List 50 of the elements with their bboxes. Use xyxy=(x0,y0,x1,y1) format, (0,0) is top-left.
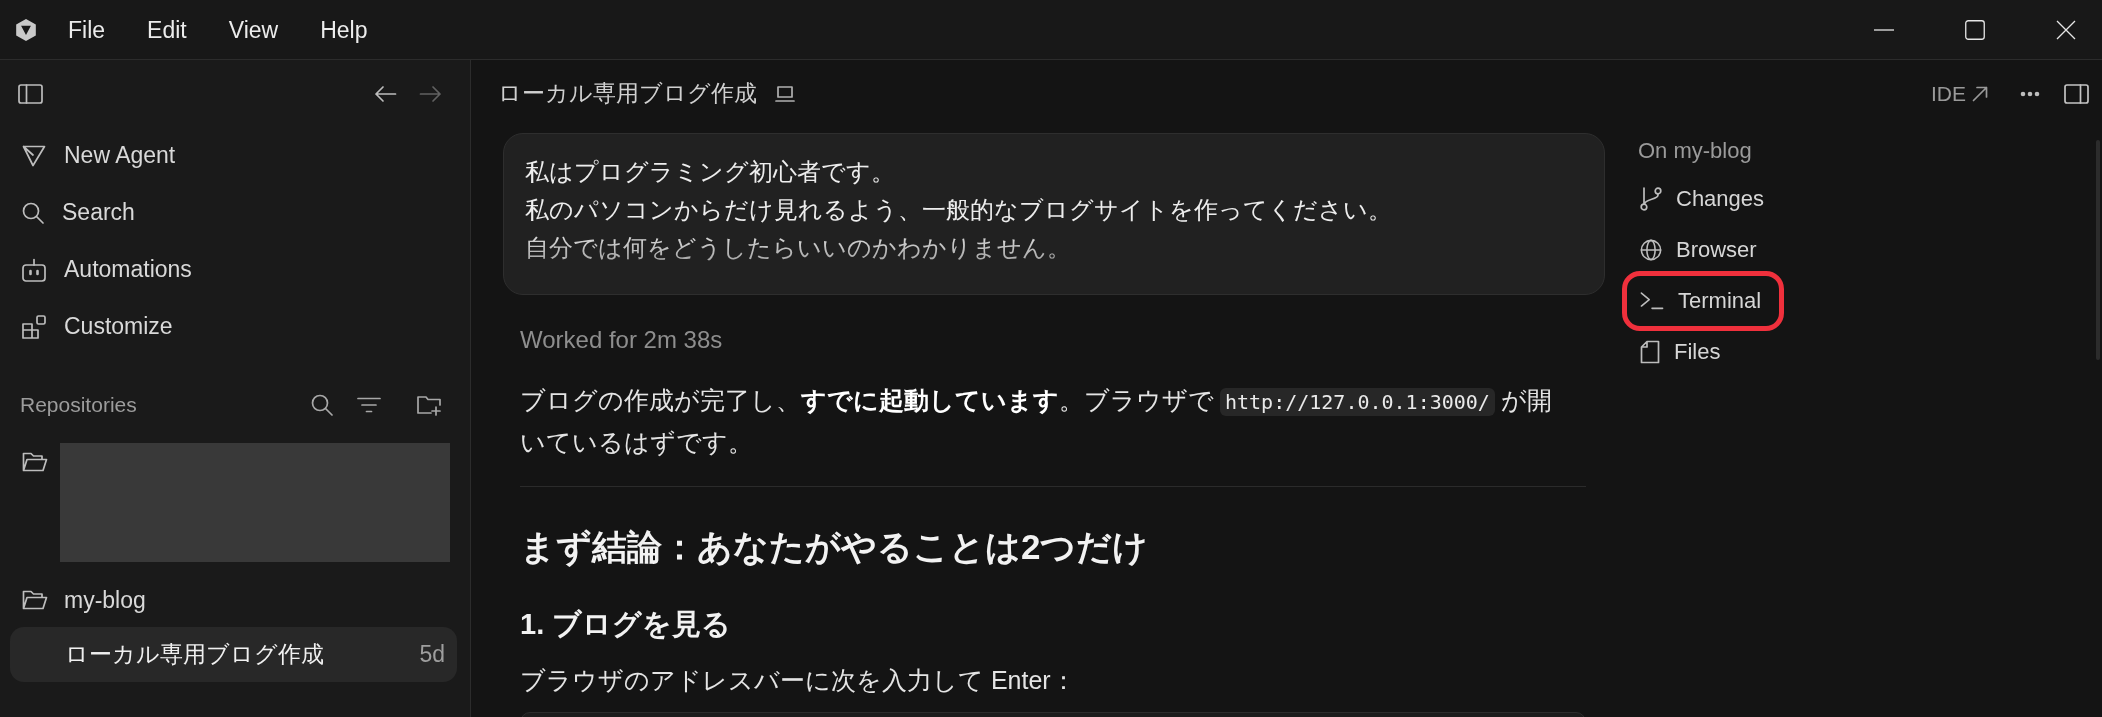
file-icon xyxy=(1640,339,1660,364)
menu-item[interactable]: View xyxy=(207,10,300,49)
thread-title: ローカル専用ブログ作成 xyxy=(65,640,324,669)
app-logo-icon xyxy=(15,17,37,42)
folder-icon[interactable] xyxy=(22,452,48,472)
menu-item[interactable]: Edit xyxy=(126,10,208,49)
sidebar-toggle-icon[interactable] xyxy=(18,83,43,104)
nav-item[interactable]: Search xyxy=(0,184,470,241)
filter-icon[interactable] xyxy=(357,397,381,413)
section-title: Repositories xyxy=(20,393,137,417)
message-line: 自分では何をどうしたらいいのかわかりません。 xyxy=(525,233,1072,263)
globe-icon xyxy=(1640,238,1662,261)
folder-plus-icon[interactable] xyxy=(417,394,442,416)
search-icon xyxy=(22,201,44,224)
response-paragraph: ブラウザのアドレスバーに次を入力して Enter： xyxy=(520,665,1077,696)
panel-toggle-icon[interactable] xyxy=(2064,83,2089,104)
section-title: On my-blog xyxy=(1638,137,1752,165)
page-title: ローカル専用ブログ作成 xyxy=(498,79,757,108)
menu-item[interactable]: File xyxy=(47,10,127,49)
message-line: 私のパソコンからだけ見れるよう、一般的なブログサイトを作ってください。 xyxy=(525,195,1393,225)
section-heading: まず結論：あなたがやることは2つだけ xyxy=(520,526,1150,569)
inline-code: http://127.0.0.1:3000/ xyxy=(1220,388,1495,416)
response-paragraph: ブログの作成が完了し、すでに起動しています。ブラウザで http://127.0.0.1:3000/ が開いているはずです。 xyxy=(520,385,1553,458)
thread-item[interactable]: ローカル専用ブログ作成 5d xyxy=(10,627,457,682)
repo-name[interactable]: my-blog xyxy=(64,586,146,614)
nav-item[interactable]: Customize xyxy=(0,298,470,355)
nav-item[interactable]: Automations xyxy=(0,241,470,298)
laptop-icon xyxy=(775,85,795,102)
search-icon[interactable] xyxy=(311,394,333,416)
terminal-icon xyxy=(1640,291,1664,310)
thread-age: 5d xyxy=(419,641,445,668)
more-icon[interactable] xyxy=(2020,90,2040,97)
minimize-icon[interactable] xyxy=(1874,28,1894,31)
panel-item[interactable]: Changes xyxy=(1622,173,1783,224)
close-icon[interactable] xyxy=(2056,19,2076,40)
arrow-left-icon[interactable] xyxy=(374,84,397,103)
nav-item[interactable]: New Agent xyxy=(0,127,470,184)
folder-icon[interactable] xyxy=(22,590,48,610)
menu-item[interactable]: Help xyxy=(299,10,389,49)
branch-icon xyxy=(1640,186,1662,211)
maximize-icon[interactable] xyxy=(1965,19,1985,40)
panel-item[interactable]: Terminal xyxy=(1622,270,1785,331)
ide-button[interactable]: IDE xyxy=(1931,81,1988,106)
paper-plane-icon xyxy=(22,144,46,167)
step-heading: 1. ブログを見る xyxy=(520,607,733,642)
message-line: 私はプログラミング初心者です。 xyxy=(525,157,896,187)
blocks-icon xyxy=(22,314,46,339)
robot-icon xyxy=(22,257,46,282)
arrow-up-right-icon xyxy=(1972,85,1988,102)
status-text: Worked for 2m 38s xyxy=(520,325,724,355)
